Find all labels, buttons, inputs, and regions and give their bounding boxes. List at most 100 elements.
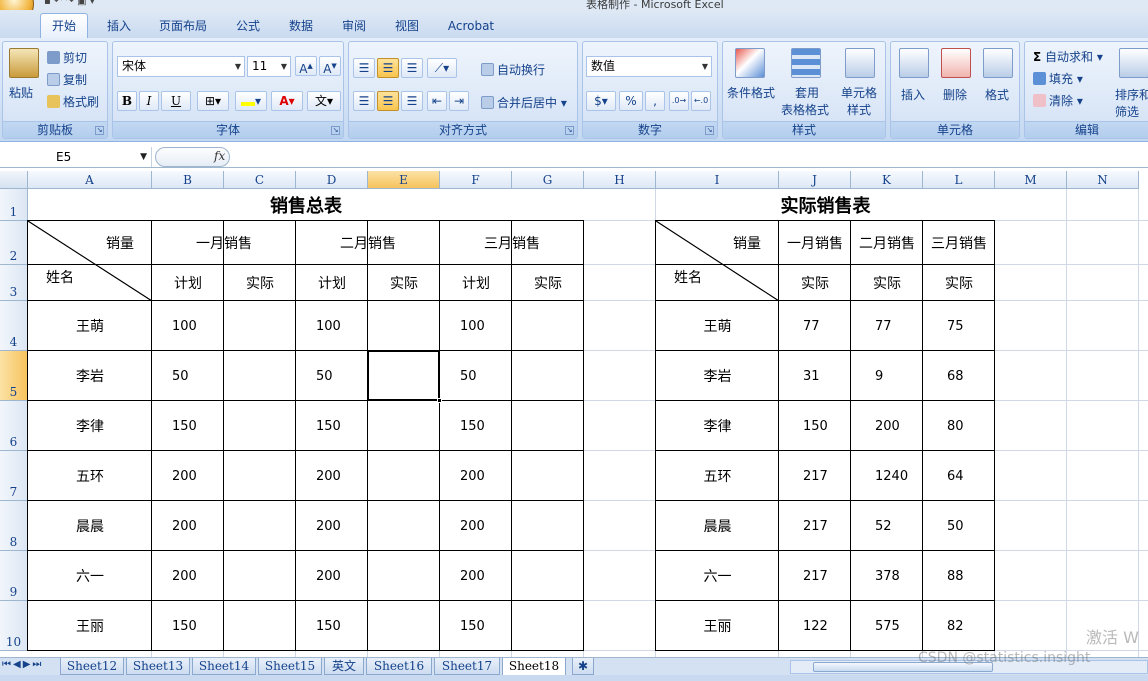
left-sub-header[interactable]: 计划 — [152, 265, 224, 301]
left-plan-cell[interactable]: 200 — [296, 451, 368, 501]
left-plan-cell[interactable]: 200 — [152, 451, 224, 501]
left-row-name[interactable]: 五环 — [28, 451, 152, 501]
number-format-combo[interactable]: 数值 ▼ — [586, 56, 712, 77]
left-sub-header[interactable]: 实际 — [224, 265, 296, 301]
row-header-3[interactable]: 3 — [0, 265, 28, 301]
left-actual-cell[interactable] — [224, 501, 296, 551]
right-actual-cell[interactable]: 77 — [779, 301, 851, 351]
right-actual-cell[interactable]: 31 — [779, 351, 851, 401]
sheet-tab-6[interactable]: Sheet17 — [434, 658, 500, 675]
right-sub-header[interactable]: 实际 — [779, 265, 851, 301]
left-actual-cell[interactable] — [224, 551, 296, 601]
left-actual-cell[interactable] — [512, 351, 584, 401]
right-actual-cell[interactable]: 122 — [779, 601, 851, 651]
right-actual-cell[interactable]: 64 — [923, 451, 995, 501]
left-month-header[interactable]: 二月销售 — [296, 221, 440, 265]
row-header-2[interactable]: 2 — [0, 221, 28, 265]
orientation-button[interactable]: ⟋▾ — [427, 58, 457, 78]
merge-center-button[interactable]: 合并后居中 ▾ — [481, 94, 567, 111]
left-plan-cell[interactable]: 150 — [296, 401, 368, 451]
tab-data[interactable]: 数据 — [277, 16, 325, 38]
column-header-f[interactable]: F — [440, 171, 512, 189]
row-header-10[interactable]: 10 — [0, 601, 28, 651]
left-plan-cell[interactable]: 200 — [152, 551, 224, 601]
left-plan-cell[interactable]: 200 — [440, 551, 512, 601]
tab-insert[interactable]: 插入 — [95, 16, 143, 38]
column-header-c[interactable]: C — [224, 171, 296, 189]
left-plan-cell[interactable]: 200 — [152, 501, 224, 551]
paste-button[interactable]: 粘贴 — [9, 84, 33, 101]
fill-color-button[interactable]: ▾ — [235, 91, 267, 111]
align-middle-button[interactable]: ☰ — [377, 58, 399, 78]
left-plan-cell[interactable]: 100 — [440, 301, 512, 351]
left-plan-cell[interactable]: 50 — [152, 351, 224, 401]
right-month-header[interactable]: 一月销售 — [779, 221, 851, 265]
align-bottom-button[interactable]: ☰ — [401, 58, 423, 78]
bold-button[interactable]: B — [117, 91, 137, 111]
row-header-7[interactable]: 7 — [0, 451, 28, 501]
increase-indent-button[interactable]: ⇥ — [449, 91, 469, 111]
right-actual-cell[interactable]: 68 — [923, 351, 995, 401]
sheet-tab-4[interactable]: 英文 — [324, 658, 364, 675]
left-plan-cell[interactable]: 150 — [152, 401, 224, 451]
left-month-header[interactable]: 一月销售 — [152, 221, 296, 265]
row-header-8[interactable]: 8 — [0, 501, 28, 551]
right-row-name[interactable]: 王丽 — [656, 601, 779, 651]
sheet-tab-1[interactable]: Sheet13 — [126, 658, 190, 675]
tab-page-layout[interactable]: 页面布局 — [150, 16, 216, 38]
right-actual-cell[interactable]: 150 — [779, 401, 851, 451]
italic-button[interactable]: I — [139, 91, 159, 111]
left-actual-cell[interactable] — [224, 301, 296, 351]
column-header-j[interactable]: J — [779, 171, 851, 189]
increase-decimal-button[interactable]: .0→ — [669, 91, 689, 111]
right-actual-cell[interactable]: 1240 — [851, 451, 923, 501]
fill-button[interactable]: 填充 ▾ — [1033, 70, 1083, 87]
font-name-combo[interactable]: 宋体 ▼ — [117, 56, 245, 77]
left-plan-cell[interactable]: 150 — [440, 601, 512, 651]
left-plan-cell[interactable]: 50 — [440, 351, 512, 401]
right-row-name[interactable]: 晨晨 — [656, 501, 779, 551]
right-row-name[interactable]: 王萌 — [656, 301, 779, 351]
right-month-header[interactable]: 二月销售 — [851, 221, 923, 265]
column-header-l[interactable]: L — [923, 171, 995, 189]
sheet-nav-buttons[interactable]: ⏮◀▶⏭ — [2, 659, 43, 670]
cell-styles-button-line2[interactable]: 样式 — [847, 101, 871, 118]
left-row-name[interactable]: 王丽 — [28, 601, 152, 651]
format-cells-button[interactable]: 格式 — [985, 86, 1009, 103]
left-row-name[interactable]: 晨晨 — [28, 501, 152, 551]
delete-cells-button[interactable]: 删除 — [943, 86, 967, 103]
clear-button[interactable]: 清除 ▾ — [1033, 92, 1083, 109]
left-actual-cell[interactable] — [368, 401, 440, 451]
quick-access-toolbar[interactable]: ▪ ↶ ↷ ▣ ▾ — [44, 0, 95, 7]
select-all-corner[interactable] — [0, 171, 28, 189]
right-table-title[interactable]: 实际销售表 — [656, 189, 995, 221]
insert-function-icon[interactable]: fx — [214, 149, 225, 163]
right-row-name[interactable]: 六一 — [656, 551, 779, 601]
sheet-tab-7[interactable]: Sheet18 — [502, 658, 566, 676]
left-actual-cell[interactable] — [512, 401, 584, 451]
sheet-tab-2[interactable]: Sheet14 — [192, 658, 256, 675]
tab-view[interactable]: 视图 — [383, 16, 431, 38]
cell-styles-button[interactable]: 单元格 — [841, 84, 877, 101]
borders-button[interactable]: ⊞▾ — [197, 91, 229, 111]
row-header-5[interactable]: 5 — [0, 351, 28, 401]
right-month-header[interactable]: 三月销售 — [923, 221, 995, 265]
align-left-button[interactable]: ☰ — [353, 91, 375, 111]
left-plan-cell[interactable]: 100 — [296, 301, 368, 351]
left-actual-cell[interactable] — [368, 451, 440, 501]
left-row-name[interactable]: 李岩 — [28, 351, 152, 401]
left-plan-cell[interactable]: 200 — [296, 551, 368, 601]
column-header-d[interactable]: D — [296, 171, 368, 189]
left-plan-cell[interactable]: 150 — [440, 401, 512, 451]
right-row-name[interactable]: 五环 — [656, 451, 779, 501]
left-row-name[interactable]: 李律 — [28, 401, 152, 451]
right-actual-cell[interactable]: 77 — [851, 301, 923, 351]
left-sub-header[interactable]: 实际 — [368, 265, 440, 301]
column-header-a[interactable]: A — [28, 171, 152, 189]
right-actual-cell[interactable]: 217 — [779, 551, 851, 601]
conditional-format-button[interactable]: 条件格式 — [727, 84, 775, 101]
left-plan-cell[interactable]: 200 — [296, 501, 368, 551]
decrease-decimal-button[interactable]: ←.0 — [691, 91, 711, 111]
left-sub-header[interactable]: 计划 — [296, 265, 368, 301]
sheet-tab-3[interactable]: Sheet15 — [258, 658, 322, 675]
